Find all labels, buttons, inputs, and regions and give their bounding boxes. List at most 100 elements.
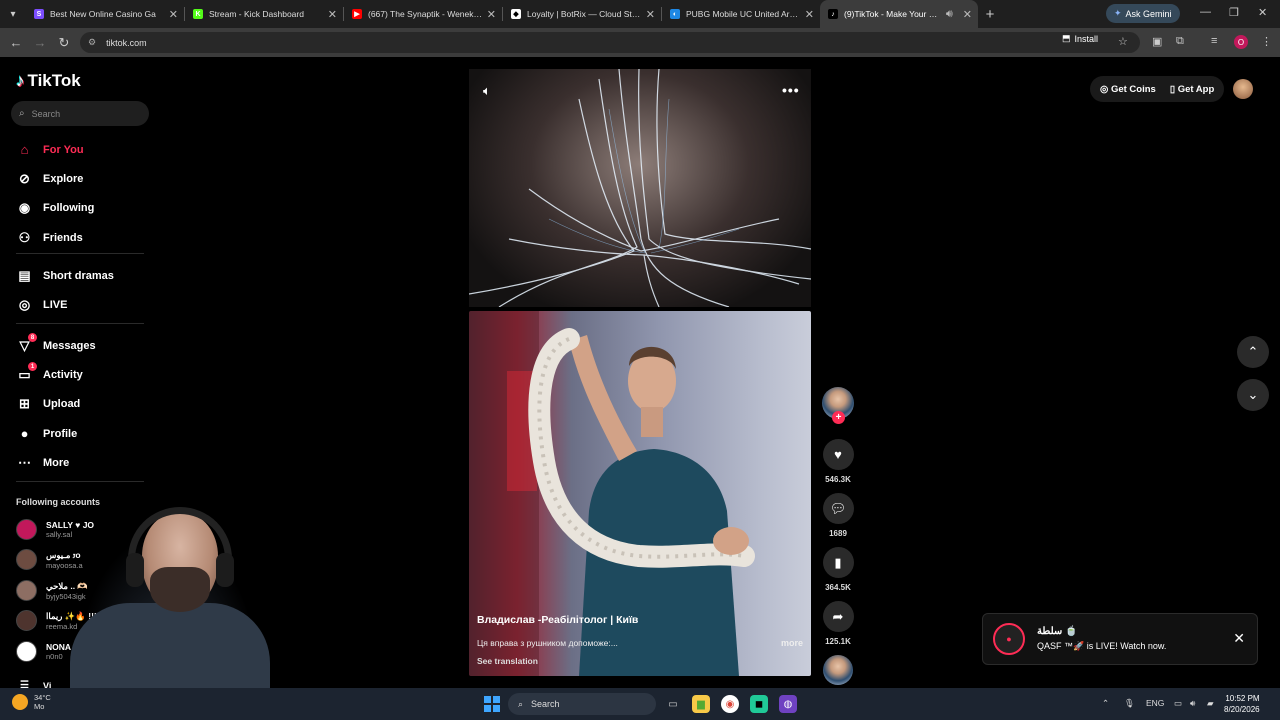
ask-gemini-button[interactable]: ✦ Ask Gemini: [1106, 4, 1180, 23]
user-avatar[interactable]: [1233, 79, 1253, 99]
comment-button[interactable]: 💬︎: [822, 493, 854, 524]
save-button[interactable]: ▮: [822, 547, 854, 578]
follow-plus-icon[interactable]: +: [832, 411, 845, 424]
obs-icon[interactable]: ◍: [779, 695, 797, 713]
back-icon[interactable]: ←: [4, 35, 28, 50]
upload-icon: ⊞: [19, 395, 30, 411]
browser-profile-avatar[interactable]: O: [1234, 35, 1248, 49]
get-app-button[interactable]: ▯ Get App: [1170, 84, 1214, 95]
extension-icon[interactable]: ▣: [1152, 35, 1162, 48]
sidebar-item-label: LIVE: [43, 298, 68, 311]
url-bar[interactable]: ⚙ tiktok.com: [80, 32, 1140, 53]
tab-close-icon[interactable]: ✕: [646, 8, 655, 21]
sidebar-item-messages[interactable]: ▽ 8 Messages: [16, 333, 96, 354]
sidebar-item-label: Short dramas: [43, 269, 114, 282]
video-options-icon[interactable]: •••: [782, 82, 800, 98]
browser-tab-bar: ▾ S Best New Online Casino Ga ✕ K Stream - K…: [0, 0, 1280, 28]
sidebar-item-label: Activity: [43, 368, 83, 381]
avatar: [16, 610, 37, 631]
sidebar-item-following[interactable]: ◉ Following: [16, 199, 95, 216]
sidebar-item-label: Profile: [43, 427, 78, 440]
volume-icon[interactable]: 🔈︎: [483, 83, 491, 99]
tab-favicon-icon: ♪: [828, 9, 838, 19]
creator-avatar[interactable]: +: [822, 387, 854, 424]
task-view-icon[interactable]: ▭: [664, 695, 682, 713]
taskbar-search[interactable]: ⌕ Search: [508, 693, 656, 715]
video-caption: Владислав -Реабілітолог | Київ Ця вправа…: [477, 614, 803, 666]
sidebar-item-label: Explore: [43, 172, 84, 185]
search-icon: ⌕: [518, 698, 524, 709]
browser-menu-icon[interactable]: ⋮: [1261, 35, 1272, 48]
sidebar-item-compass[interactable]: ⊘ Explore: [16, 170, 83, 187]
chevron-down-icon: ⌄: [1247, 387, 1259, 402]
start-button[interactable]: [484, 696, 500, 712]
app-icon[interactable]: ◼: [750, 695, 768, 713]
sidebar-item-label: For You: [43, 143, 84, 156]
browser-tab[interactable]: S Best New Online Casino Ga ✕: [26, 0, 184, 28]
minimize-icon[interactable]: —: [1200, 6, 1211, 18]
network-icon[interactable]: ▭: [1174, 698, 1182, 709]
sound-avatar[interactable]: [823, 655, 853, 685]
browser-tab[interactable]: ▶ (667) The Synaptik - Wenek Ya ✕: [344, 0, 502, 28]
tray-overflow-icon[interactable]: ⌃: [1102, 698, 1109, 709]
live-notification[interactable]: ● سلطة 🍵 QASF ™🚀 is LIVE! Watch now. ✕: [982, 613, 1258, 665]
restore-icon[interactable]: ❐: [1229, 6, 1239, 19]
get-coins-button[interactable]: ◎ Get Coins: [1100, 84, 1156, 95]
tab-close-icon[interactable]: ✕: [328, 8, 337, 21]
sidebar-item-short-dramas[interactable]: ▤ Short dramas: [16, 267, 114, 284]
tab-close-icon[interactable]: ✕: [487, 8, 496, 21]
tab-title: Stream - Kick Dashboard: [209, 9, 304, 19]
sidebar-item-live[interactable]: ◎ LIVE: [16, 296, 68, 313]
tab-audio-icon[interactable]: 🔊︎: [946, 8, 953, 21]
close-icon[interactable]: ✕: [1233, 630, 1245, 647]
tab-close-icon[interactable]: ✕: [963, 8, 972, 21]
clock[interactable]: 10:52 PM 8/20/2026: [1224, 693, 1260, 715]
install-app-button[interactable]: ⬒ Install: [1062, 33, 1098, 44]
comment-count: 1689: [829, 529, 847, 538]
sidebar-item-friends[interactable]: ⚇ Friends: [16, 229, 83, 246]
microphone-icon[interactable]: 🎙︎: [1124, 698, 1135, 709]
tab-search-icon[interactable]: ▾: [0, 0, 26, 28]
like-button[interactable]: ♥: [822, 439, 854, 470]
language-indicator[interactable]: ENG: [1146, 698, 1164, 708]
reload-icon[interactable]: ↻: [52, 35, 76, 51]
new-tab-button[interactable]: +: [978, 6, 1002, 23]
close-window-icon[interactable]: ✕: [1258, 6, 1267, 19]
more-button[interactable]: more: [781, 638, 803, 648]
browser-tab[interactable]: ◆ Loyalty | BotRix — Cloud Stream ✕: [503, 0, 661, 28]
weather-widget[interactable]: 34°C Mo: [12, 693, 51, 711]
sidebar-item-home[interactable]: ⌂ For You: [16, 141, 84, 158]
activity-icon: ▭ 1: [16, 362, 37, 383]
previous-video-button[interactable]: ⌃: [1237, 336, 1269, 368]
sidebar-divider: [16, 481, 144, 482]
main-video[interactable]: Владислав -Реабілітолог | Київ Ця вправа…: [469, 311, 811, 676]
volume-tray-icon[interactable]: 🔊︎: [1190, 698, 1195, 709]
media-control-icon[interactable]: ≡: [1211, 35, 1217, 47]
site-info-icon[interactable]: ⚙: [88, 37, 96, 48]
bookmark-icon: ▮: [834, 554, 842, 570]
search-input[interactable]: ⌕ Search: [11, 101, 149, 126]
video-author[interactable]: Владислав -Реабілітолог | Київ: [477, 614, 803, 626]
previous-video[interactable]: [469, 69, 811, 307]
forward-icon[interactable]: →: [28, 35, 52, 50]
browser-tab[interactable]: K Stream - Kick Dashboard ✕: [185, 0, 343, 28]
chrome-icon[interactable]: ◉: [721, 695, 739, 713]
extensions-puzzle-icon[interactable]: ⧉: [1176, 35, 1184, 48]
bookmark-star-icon[interactable]: ☆: [1118, 35, 1128, 48]
file-explorer-icon[interactable]: ▆: [692, 695, 710, 713]
like-count: 546.3K: [825, 475, 851, 484]
battery-icon[interactable]: ▰: [1207, 698, 1214, 709]
share-button[interactable]: ➦: [822, 601, 854, 632]
tab-close-icon[interactable]: ✕: [805, 8, 814, 21]
sidebar-item-more[interactable]: ⋯ More: [16, 454, 69, 471]
see-translation-link[interactable]: See translation: [477, 656, 803, 666]
sidebar-item-profile[interactable]: ● Profile: [16, 425, 78, 442]
tiktok-logo[interactable]: ♪ TikTok: [16, 71, 81, 91]
next-video-button[interactable]: ⌄: [1237, 379, 1269, 411]
messages-icon: ▽ 8: [16, 333, 37, 354]
sidebar-item-activity[interactable]: ▭ 1 Activity: [16, 362, 83, 383]
sidebar-item-upload[interactable]: ⊞ Upload: [16, 395, 80, 412]
tab-close-icon[interactable]: ✕: [169, 8, 178, 21]
browser-tab[interactable]: ◐ PUBG Mobile UC United Arab E ✕: [662, 0, 820, 28]
browser-tab[interactable]: ♪ (9)TikTok - Make Your Day 🔊︎ ✕: [820, 0, 978, 28]
